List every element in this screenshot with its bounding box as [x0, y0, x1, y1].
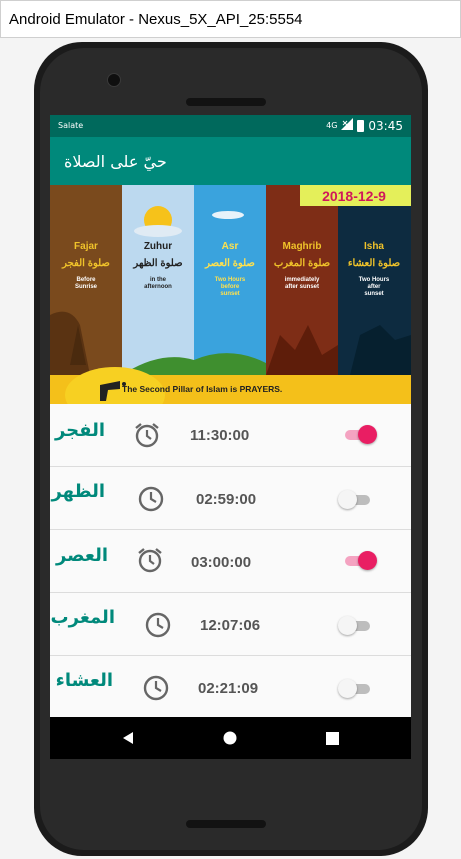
- battery-icon: [357, 119, 365, 132]
- zuhr-label: Zuhur: [144, 241, 172, 252]
- alarm-clock-icon[interactable]: [132, 420, 162, 450]
- asr-label: Asr: [222, 241, 239, 252]
- prayer-list: الفجر 11:30:00 الظهر 02:59:00 العصر 03:0…: [50, 404, 411, 718]
- toggle-thumb: [338, 616, 357, 635]
- prayer-row-asr: العصر 03:00:00: [50, 530, 411, 593]
- window-title-bar: Android Emulator - Nexus_5X_API_25:5554: [0, 0, 461, 38]
- clock-icon[interactable]: [136, 484, 166, 514]
- status-time: 03:45: [368, 118, 403, 133]
- app-bar: حيّ على الصلاة: [50, 137, 411, 185]
- prayer-name: العشاء: [55, 670, 113, 691]
- toggle-thumb: [338, 490, 357, 509]
- asr-note2: before: [221, 284, 240, 290]
- navigation-bar: [50, 717, 411, 759]
- network-label: 4G: [326, 121, 338, 130]
- speaker-top: [186, 98, 266, 106]
- toggle-thumb: [358, 425, 377, 444]
- prayer-time: 02:59:00: [196, 491, 257, 508]
- fajr-arabic: صلوة الفجر: [61, 258, 110, 269]
- speaker-bottom: [186, 820, 266, 828]
- date-label: 2018-12-9: [322, 188, 386, 204]
- prayer-name: العصر: [55, 545, 108, 566]
- alarm-clock-icon[interactable]: [135, 545, 165, 575]
- prayer-row-isha: العشاء 02:21:09: [50, 656, 411, 718]
- asr-note3: sunset: [220, 291, 239, 297]
- isha-label: Isha: [364, 241, 384, 252]
- prayer-name: المغرب: [50, 607, 115, 628]
- isha-arabic: صلوة العشاء: [348, 258, 400, 269]
- back-icon[interactable]: [108, 717, 148, 759]
- prayer-row-zuhr: الظهر 02:59:00: [50, 467, 411, 530]
- isha-note2: after: [367, 284, 381, 290]
- prayer-time: 03:00:00: [191, 554, 252, 571]
- asr-note1: Two Hours: [215, 277, 246, 283]
- maghrib-note1: immediately: [285, 277, 320, 283]
- phone-screen: Salate 4G 03:45 حيّ على الصلاة The Secon…: [50, 115, 411, 759]
- fajr-note1: Before: [76, 277, 96, 283]
- status-bar: Salate 4G 03:45: [50, 115, 411, 137]
- zuhr-note1: in the: [150, 277, 167, 283]
- prayer-alarm-toggle[interactable]: [338, 489, 374, 511]
- prayer-alarm-toggle[interactable]: [343, 424, 377, 446]
- maghrib-note2: after sunset: [285, 284, 319, 290]
- maghrib-label: Maghrib: [283, 241, 322, 252]
- window-title: Android Emulator - Nexus_5X_API_25:5554: [9, 10, 303, 28]
- toggle-thumb: [358, 551, 377, 570]
- prayer-time: 02:21:09: [198, 680, 259, 697]
- recents-icon[interactable]: [312, 717, 352, 759]
- prayer-name: الظهر: [51, 481, 105, 502]
- clock-icon[interactable]: [141, 673, 171, 703]
- home-icon[interactable]: [210, 717, 250, 759]
- fajr-note2: Sunrise: [75, 284, 98, 290]
- zuhr-arabic: صلوة الظهر: [132, 258, 182, 269]
- app-title: حيّ على الصلاة: [64, 151, 167, 171]
- prayer-time: 11:30:00: [190, 427, 250, 444]
- clock-icon[interactable]: [143, 610, 173, 640]
- camera-icon: [107, 73, 121, 87]
- isha-note3: sunset: [364, 291, 383, 297]
- asr-arabic: صلوة العصر: [204, 258, 255, 269]
- status-app-label: Salate: [58, 121, 84, 130]
- maghrib-arabic: صلوة المغرب: [274, 258, 330, 269]
- signal-icon: [341, 118, 354, 133]
- prayer-row-fajr: الفجر 11:30:00: [50, 404, 411, 467]
- isha-note1: Two Hours: [359, 277, 390, 283]
- prayer-row-maghrib: المغرب 12:07:06: [50, 593, 411, 656]
- banner-caption: The Second Pillar of Islam is PRAYERS.: [122, 384, 282, 394]
- prayer-alarm-toggle[interactable]: [338, 678, 374, 700]
- prayer-alarm-toggle[interactable]: [338, 615, 374, 637]
- zuhr-note2: afternoon: [144, 284, 172, 290]
- prayer-banner-image: The Second Pillar of Islam is PRAYERS. F…: [50, 185, 411, 404]
- toggle-thumb: [338, 679, 357, 698]
- fajr-label: Fajar: [74, 241, 98, 252]
- prayer-time: 12:07:06: [200, 617, 261, 634]
- status-icons: 4G 03:45: [326, 118, 403, 133]
- prayer-alarm-toggle[interactable]: [343, 550, 377, 572]
- prayer-name: الفجر: [54, 420, 105, 441]
